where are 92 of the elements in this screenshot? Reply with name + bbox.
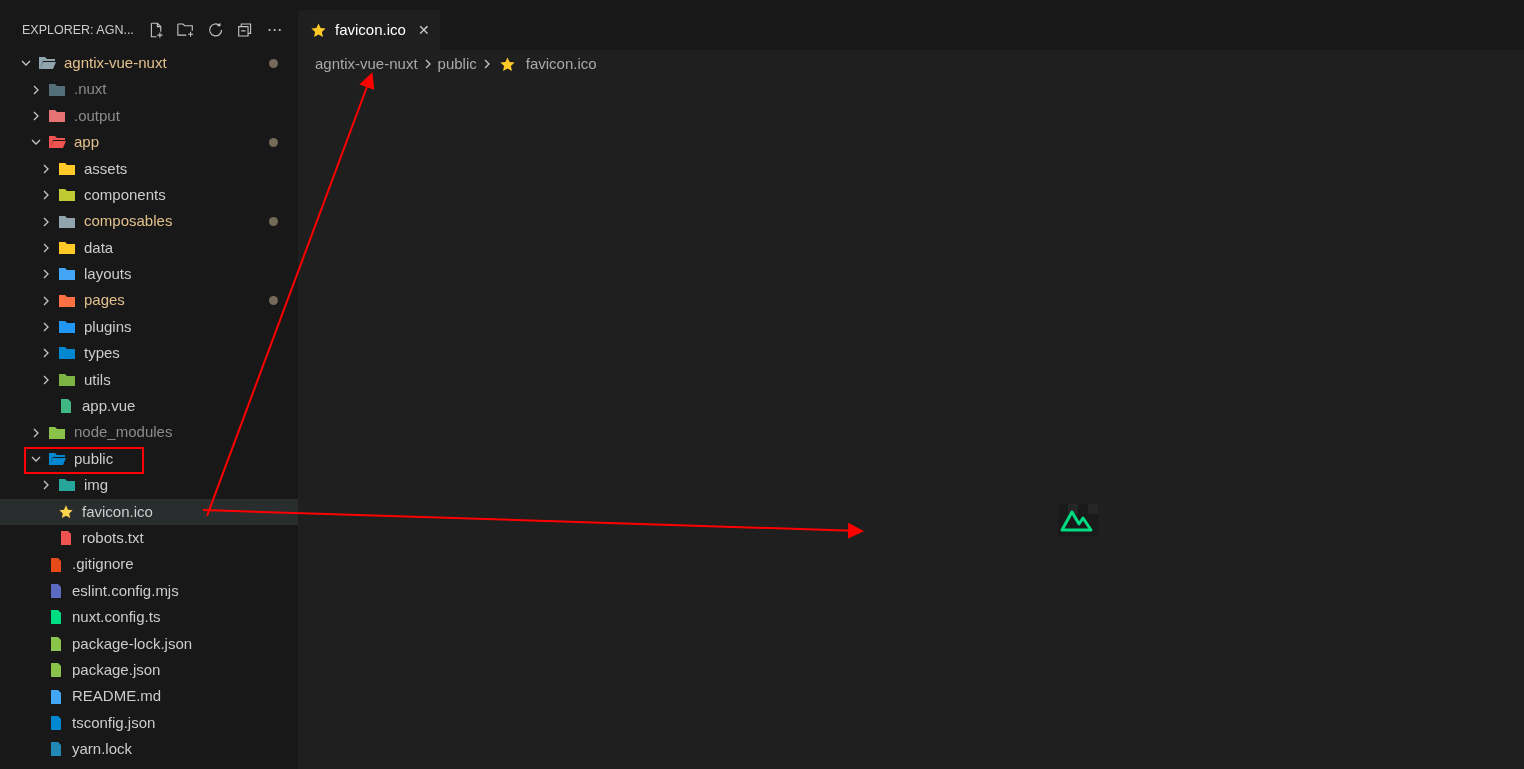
tree-item[interactable]: .nuxt: [0, 76, 298, 103]
tree-item-label: package-lock.json: [72, 633, 193, 654]
tree-item-label: app.vue: [82, 396, 136, 416]
tree-item[interactable]: pages: [0, 287, 298, 314]
tree-item[interactable]: eslint.config.mjs: [0, 577, 298, 605]
tree-item[interactable]: favicon.ico: [0, 498, 298, 526]
close-button[interactable]: ✕: [417, 19, 430, 41]
tree-item-label: eslint.config.mjs: [72, 580, 179, 601]
tree-item[interactable]: utils: [0, 366, 298, 394]
new-folder-icon[interactable]: [177, 21, 195, 39]
tree-item-label: data: [84, 237, 114, 258]
file-icon: [48, 556, 64, 573]
file-icon: [48, 741, 64, 758]
tree-item-label: .nuxt: [74, 79, 107, 100]
tree-item[interactable]: public: [0, 445, 298, 473]
file-icon: [48, 714, 64, 731]
file-icon: [48, 688, 64, 705]
tree-item-label: agntix-vue-nuxt: [64, 52, 167, 73]
file-icon: [48, 635, 64, 652]
collapse-all-icon[interactable]: [237, 21, 253, 39]
tree-item-label: layouts: [84, 264, 132, 285]
folder-icon: [58, 292, 76, 309]
tree-item-label: yarn.lock: [72, 739, 133, 760]
file-icon: [48, 583, 64, 599]
tree-item[interactable]: composables: [0, 208, 298, 235]
tree-item-label: package.json: [72, 659, 161, 680]
breadcrumb[interactable]: favicon.ico: [525, 52, 597, 76]
tree-item-label: img: [84, 475, 109, 496]
tree-item[interactable]: nuxt.config.ts: [0, 604, 298, 631]
tree-item[interactable]: package-lock.json: [0, 630, 298, 657]
open-folder-icon: [48, 451, 66, 468]
tree-item[interactable]: agntix-vue-nuxt: [0, 50, 298, 77]
tree-item[interactable]: node_modules: [0, 419, 298, 446]
editor-tab[interactable]: favicon.ico ✕: [298, 10, 440, 50]
tree-item-label: utils: [84, 369, 111, 390]
tree-item[interactable]: assets: [0, 155, 298, 182]
file-icon: [58, 530, 74, 547]
tree-item-label: README.md: [72, 686, 162, 707]
tree-item-label: node_modules: [74, 422, 173, 443]
tree-item[interactable]: tsconfig.json: [0, 709, 298, 737]
tree-item-label: types: [84, 343, 120, 364]
tree-item[interactable]: yarn.lock: [0, 736, 298, 763]
tree-item[interactable]: app.vue: [0, 393, 298, 420]
tree-item-label: tsconfig.json: [72, 712, 156, 733]
folder-icon: [58, 319, 76, 336]
file-icon: [48, 609, 64, 626]
tree-item-label: .gitignore: [72, 554, 134, 575]
tree-item-label: app: [74, 132, 100, 153]
tree-item[interactable]: types: [0, 340, 298, 367]
tab-label: favicon.ico: [335, 19, 406, 40]
folder-icon: [48, 424, 66, 441]
tree-item[interactable]: package.json: [0, 657, 298, 684]
folder-icon: [58, 187, 76, 204]
tree-item[interactable]: layouts: [0, 261, 298, 288]
star-icon: [498, 55, 516, 73]
tree-item-label: nuxt.config.ts: [72, 607, 161, 628]
folder-icon: [58, 239, 76, 256]
folder-icon: [58, 371, 76, 388]
folder-icon: [58, 477, 76, 494]
tree-item-label: assets: [84, 158, 128, 179]
tree-item-label: .output: [74, 105, 120, 126]
tree-item[interactable]: img: [0, 472, 298, 499]
tree-item-label: components: [84, 184, 166, 205]
open-folder-icon: [38, 55, 56, 72]
tree-item[interactable]: .output: [0, 102, 298, 130]
explorer-title: EXPLORER: AGN...: [22, 21, 134, 39]
file-icon: [48, 662, 64, 679]
breadcrumb[interactable]: public: [437, 52, 477, 76]
tree-item[interactable]: components: [0, 181, 298, 209]
star-icon: [310, 21, 327, 39]
open-folder-icon: [48, 134, 66, 151]
tree-item-label: pages: [84, 290, 125, 311]
tree-item[interactable]: .gitignore: [0, 551, 298, 578]
tree-item[interactable]: data: [0, 234, 298, 262]
tree-item[interactable]: README.md: [0, 683, 298, 710]
tree-item[interactable]: app: [0, 129, 298, 156]
folder-icon: [48, 107, 66, 124]
folder-icon: [58, 160, 76, 177]
folder-icon: [58, 345, 76, 362]
tree-item-label: robots.txt: [82, 527, 144, 548]
tree-item-label: favicon.ico: [82, 501, 153, 522]
tree-item-label: plugins: [84, 316, 132, 337]
folder-icon: [48, 81, 66, 98]
file-icon: [58, 398, 74, 415]
tree-item-label: public: [74, 448, 114, 469]
tree-item-label: composables: [84, 211, 173, 232]
tree-item[interactable]: robots.txt: [0, 525, 298, 552]
folder-icon: [58, 266, 76, 283]
refresh-icon[interactable]: [208, 21, 224, 39]
folder-icon: [58, 213, 76, 230]
breadcrumb[interactable]: agntix-vue-nuxt: [315, 52, 418, 76]
tree-item[interactable]: plugins: [0, 313, 298, 341]
